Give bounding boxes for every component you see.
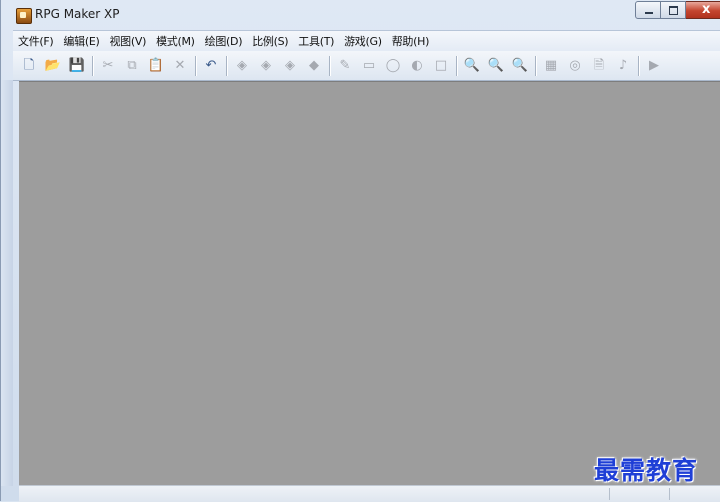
menu-item-6[interactable]: 工具(T) bbox=[293, 33, 339, 49]
menu-item-1[interactable]: 编辑(E) bbox=[58, 33, 104, 49]
materials-button[interactable]: ◎ bbox=[564, 55, 586, 77]
watermark-text: 最需教育 bbox=[594, 456, 699, 485]
toolbar-separator bbox=[226, 55, 227, 76]
open-folder-icon: 📂 bbox=[44, 58, 62, 73]
zoom-2-icon: 🔍 bbox=[487, 58, 505, 73]
zoom-1-button[interactable]: 🔍 bbox=[461, 55, 483, 77]
zoom-2-button[interactable]: 🔍 bbox=[485, 55, 507, 77]
rpg-maker-icon[interactable] bbox=[16, 8, 32, 24]
script-editor-button[interactable]: 🗎 bbox=[588, 55, 610, 77]
zoom-4-button[interactable]: 🔍 bbox=[509, 55, 531, 77]
menu-item-0[interactable]: 文件(F) bbox=[13, 33, 58, 49]
sound-test-icon: ♪ bbox=[618, 58, 628, 73]
database-icon: ▦ bbox=[544, 58, 558, 73]
layer1-button[interactable]: ◈ bbox=[231, 55, 253, 77]
zoom-4-icon: 🔍 bbox=[511, 58, 529, 73]
fill-button[interactable]: ◐ bbox=[406, 55, 428, 77]
menu-item-4[interactable]: 绘图(D) bbox=[200, 33, 248, 49]
title-bar[interactable]: RPG Maker XP x bbox=[1, 0, 720, 28]
copy-icon: ⧉ bbox=[127, 58, 137, 73]
zoom-1-icon: 🔍 bbox=[463, 58, 481, 73]
fill-icon: ◐ bbox=[411, 58, 423, 73]
delete-button[interactable]: ✕ bbox=[169, 55, 191, 77]
ellipse-button[interactable]: ◯ bbox=[382, 55, 404, 77]
save-icon: 💾 bbox=[68, 58, 86, 73]
menu-item-7[interactable]: 游戏(G) bbox=[339, 33, 387, 49]
minimize-icon bbox=[645, 12, 653, 14]
toolbar-separator bbox=[535, 55, 536, 76]
caption-buttons: x bbox=[635, 1, 720, 20]
menu-item-3[interactable]: 模式(M) bbox=[151, 33, 200, 49]
layer3-icon: ◈ bbox=[285, 58, 295, 73]
new-file-button[interactable]: 🗋 bbox=[18, 55, 40, 77]
maximize-button[interactable] bbox=[661, 1, 686, 19]
menu-item-2[interactable]: 视图(V) bbox=[104, 33, 151, 49]
cut-button[interactable]: ✂ bbox=[97, 55, 119, 77]
menu-bar: 文件(F) 编辑(E) 视图(V) 模式(M) 绘图(D) 比例(S) 工具(T) 游戏(G)… bbox=[13, 30, 720, 51]
maximize-icon bbox=[669, 6, 678, 15]
event-layer-button[interactable]: ◆ bbox=[303, 55, 325, 77]
menu-item-8[interactable]: 帮助(H) bbox=[387, 33, 434, 49]
window-title: RPG Maker XP bbox=[35, 7, 120, 21]
undo-button[interactable]: ↶ bbox=[200, 55, 222, 77]
layer2-button[interactable]: ◈ bbox=[255, 55, 277, 77]
cut-icon: ✂ bbox=[102, 58, 114, 73]
save-button[interactable]: 💾 bbox=[66, 55, 88, 77]
select-button[interactable]: □ bbox=[430, 55, 452, 77]
copy-button[interactable]: ⧉ bbox=[121, 55, 143, 77]
status-bar bbox=[19, 485, 720, 502]
minimize-button[interactable] bbox=[635, 1, 661, 19]
toolbar-separator bbox=[638, 55, 639, 76]
map-workspace[interactable] bbox=[19, 81, 720, 486]
database-button[interactable]: ▦ bbox=[540, 55, 562, 77]
event-layer-icon: ◆ bbox=[309, 58, 319, 73]
toolbar-separator bbox=[195, 55, 196, 76]
sound-test-button[interactable]: ♪ bbox=[612, 55, 634, 77]
status-divider bbox=[669, 488, 670, 500]
materials-icon: ◎ bbox=[569, 58, 581, 73]
layer2-icon: ◈ bbox=[261, 58, 271, 73]
close-icon: x bbox=[702, 2, 711, 17]
toolbar-separator bbox=[456, 55, 457, 76]
playtest-button[interactable]: ▶ bbox=[643, 55, 665, 77]
paste-button[interactable]: 📋 bbox=[145, 55, 167, 77]
left-frame-strip bbox=[1, 80, 13, 486]
rectangle-button[interactable]: ▭ bbox=[358, 55, 380, 77]
status-divider bbox=[609, 488, 610, 500]
undo-icon: ↶ bbox=[205, 58, 217, 73]
playtest-icon: ▶ bbox=[649, 58, 659, 73]
delete-icon: ✕ bbox=[174, 58, 186, 73]
toolbar-separator bbox=[92, 55, 93, 76]
layer1-icon: ◈ bbox=[237, 58, 247, 73]
toolbar: 🗋 📂 💾 ✂ ⧉ 📋 ✕ ↶ ◈ ◈ ◈ ◆ ✎ ▭ ◯ ◐ □ 🔍 🔍 🔍 ▦ ◎ 🗎 ♪ ▶ bbox=[13, 51, 720, 81]
close-button[interactable]: x bbox=[686, 1, 720, 19]
select-icon: □ bbox=[434, 58, 448, 73]
toolbar-separator bbox=[329, 55, 330, 76]
layer3-button[interactable]: ◈ bbox=[279, 55, 301, 77]
ellipse-icon: ◯ bbox=[385, 58, 401, 73]
script-editor-icon: 🗎 bbox=[593, 58, 605, 73]
new-file-icon: 🗋 bbox=[23, 58, 35, 73]
app-window: RPG Maker XP x 文件(F) 编辑(E) 视图(V) 模式(M) 绘图(D)… bbox=[0, 0, 720, 502]
paste-icon: 📋 bbox=[147, 58, 165, 73]
pencil-icon: ✎ bbox=[339, 58, 351, 73]
open-folder-button[interactable]: 📂 bbox=[42, 55, 64, 77]
pencil-button[interactable]: ✎ bbox=[334, 55, 356, 77]
menu-item-5[interactable]: 比例(S) bbox=[247, 33, 293, 49]
rectangle-icon: ▭ bbox=[362, 58, 376, 73]
